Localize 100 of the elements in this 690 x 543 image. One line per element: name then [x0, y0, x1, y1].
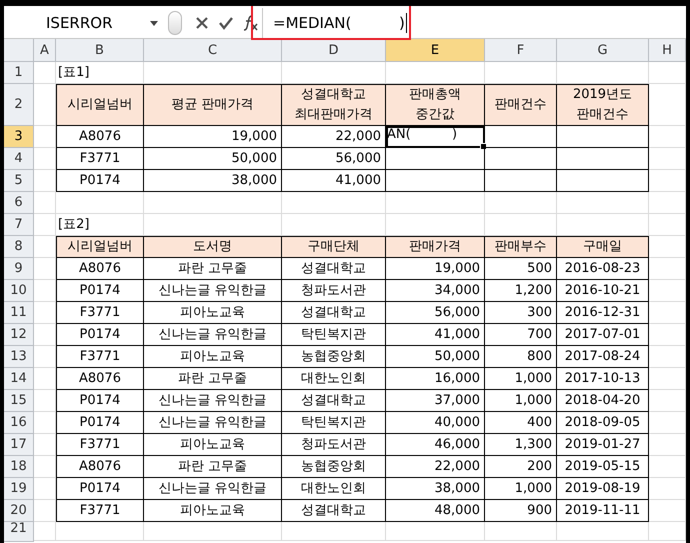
table-cell: 성결대학교	[282, 302, 386, 324]
row-header[interactable]: 11	[4, 302, 34, 324]
header-cell: 시리얼넘버	[56, 236, 144, 258]
row-header[interactable]: 9	[4, 258, 34, 280]
row-header[interactable]: 1	[4, 62, 34, 84]
row-header[interactable]: 19	[4, 478, 34, 500]
table-cell: 50,000	[386, 346, 485, 368]
table-cell: 37,000	[386, 390, 485, 412]
table-cell: 파란 고무줄	[144, 258, 282, 280]
header-cell: 구매단체	[282, 236, 386, 258]
separator-handle[interactable]	[168, 11, 182, 35]
sheet-cell[interactable]	[485, 126, 557, 148]
row-header[interactable]: 10	[4, 280, 34, 302]
table-cell: 탁틴복지관	[282, 324, 386, 346]
table-cell: F3771	[56, 434, 144, 456]
row-header[interactable]: 7	[4, 214, 34, 236]
sheet-cell[interactable]	[557, 126, 649, 148]
formula-field[interactable]: =MEDIAN( )	[273, 14, 405, 32]
table-cell: 성결대학교	[282, 258, 386, 280]
select-all-button[interactable]	[4, 39, 34, 62]
table-cell: 22,000	[386, 456, 485, 478]
table-cell: 900	[485, 500, 557, 522]
table-cell: 2018-09-05	[557, 412, 649, 434]
table-cell: 56,000	[282, 148, 386, 170]
header-cell: 판매총액 중간값	[386, 84, 485, 126]
table-cell: 성결대학교	[282, 390, 386, 412]
table-cell: A8076	[56, 258, 144, 280]
table-cell: 파란 고무줄	[144, 456, 282, 478]
table-cell: 탁틴복지관	[282, 412, 386, 434]
column-header[interactable]: A	[34, 39, 56, 62]
row-header[interactable]: 18	[4, 456, 34, 478]
table-cell: 농협중앙회	[282, 456, 386, 478]
table-cell: F3771	[56, 302, 144, 324]
sheet-cell[interactable]	[485, 148, 557, 170]
row-header[interactable]: 2	[4, 84, 34, 126]
function-icon[interactable]	[241, 14, 259, 32]
column-header[interactable]: F	[485, 39, 557, 62]
table-cell: P0174	[56, 324, 144, 346]
column-header[interactable]: H	[649, 39, 686, 62]
table-cell: 청파도서관	[282, 280, 386, 302]
sheet-cell[interactable]	[557, 170, 649, 192]
column-header[interactable]: E	[386, 39, 485, 62]
column-header[interactable]: G	[557, 39, 649, 62]
header-cell: 2019년도 판매건수	[557, 84, 649, 126]
header-cell: 판매부수	[485, 236, 557, 258]
table-cell: 38,000	[386, 478, 485, 500]
row-header[interactable]: 21	[4, 522, 34, 542]
row-header[interactable]: 15	[4, 390, 34, 412]
table-cell: 2016-12-31	[557, 302, 649, 324]
table-cell: 2016-08-23	[557, 258, 649, 280]
name-box[interactable]: ISERROR	[46, 14, 112, 32]
column-header[interactable]: D	[282, 39, 386, 62]
table-cell: 700	[485, 324, 557, 346]
row-header[interactable]: 8	[4, 236, 34, 258]
table-cell: 400	[485, 412, 557, 434]
table-cell: 신나는글 유익한글	[144, 324, 282, 346]
table-cell: P0174	[56, 390, 144, 412]
table-cell: F3771	[56, 500, 144, 522]
table-cell: 1,300	[485, 434, 557, 456]
table-cell: 38,000	[144, 170, 282, 192]
table-cell: 2019-05-15	[557, 456, 649, 478]
sheet-cell[interactable]	[386, 148, 485, 170]
active-cell[interactable]: AN( )	[386, 126, 485, 148]
row-header[interactable]: 16	[4, 412, 34, 434]
row-header[interactable]: 5	[4, 170, 34, 192]
table-cell: P0174	[56, 280, 144, 302]
table-cell: 파란 고무줄	[144, 368, 282, 390]
table-cell: 500	[485, 258, 557, 280]
table-cell: 22,000	[282, 126, 386, 148]
header-cell: 도서명	[144, 236, 282, 258]
table-cell: 41,000	[386, 324, 485, 346]
table-cell: 피아노교육	[144, 302, 282, 324]
table-cell: 16,000	[386, 368, 485, 390]
caret-icon[interactable]	[150, 21, 158, 26]
table-cell: 41,000	[282, 170, 386, 192]
row-header[interactable]: 4	[4, 148, 34, 170]
header-cell: 구매일	[557, 236, 649, 258]
row-header[interactable]: 17	[4, 434, 34, 456]
sheet-cell[interactable]	[485, 170, 557, 192]
table-cell: 성결대학교	[282, 500, 386, 522]
table-cell: F3771	[56, 148, 144, 170]
sheet-cell[interactable]	[386, 170, 485, 192]
row-header[interactable]: 6	[4, 192, 34, 214]
table-cell: 300	[485, 302, 557, 324]
row-header[interactable]: 13	[4, 346, 34, 368]
row-header[interactable]: 20	[4, 500, 34, 522]
row-header[interactable]: 3	[4, 126, 34, 148]
row-header[interactable]: 14	[4, 368, 34, 390]
table-cell: 2017-07-01	[557, 324, 649, 346]
column-header[interactable]: C	[144, 39, 282, 62]
table-cell: 대한노인회	[282, 478, 386, 500]
table-cell: 46,000	[386, 434, 485, 456]
sheet-cell[interactable]	[557, 148, 649, 170]
table-cell: A8076	[56, 126, 144, 148]
table-cell: 신나는글 유익한글	[144, 478, 282, 500]
table-cell: 2017-10-13	[557, 368, 649, 390]
table-cell: P0174	[56, 170, 144, 192]
column-header[interactable]: B	[56, 39, 144, 62]
row-header[interactable]: 12	[4, 324, 34, 346]
table-cell: 200	[485, 456, 557, 478]
